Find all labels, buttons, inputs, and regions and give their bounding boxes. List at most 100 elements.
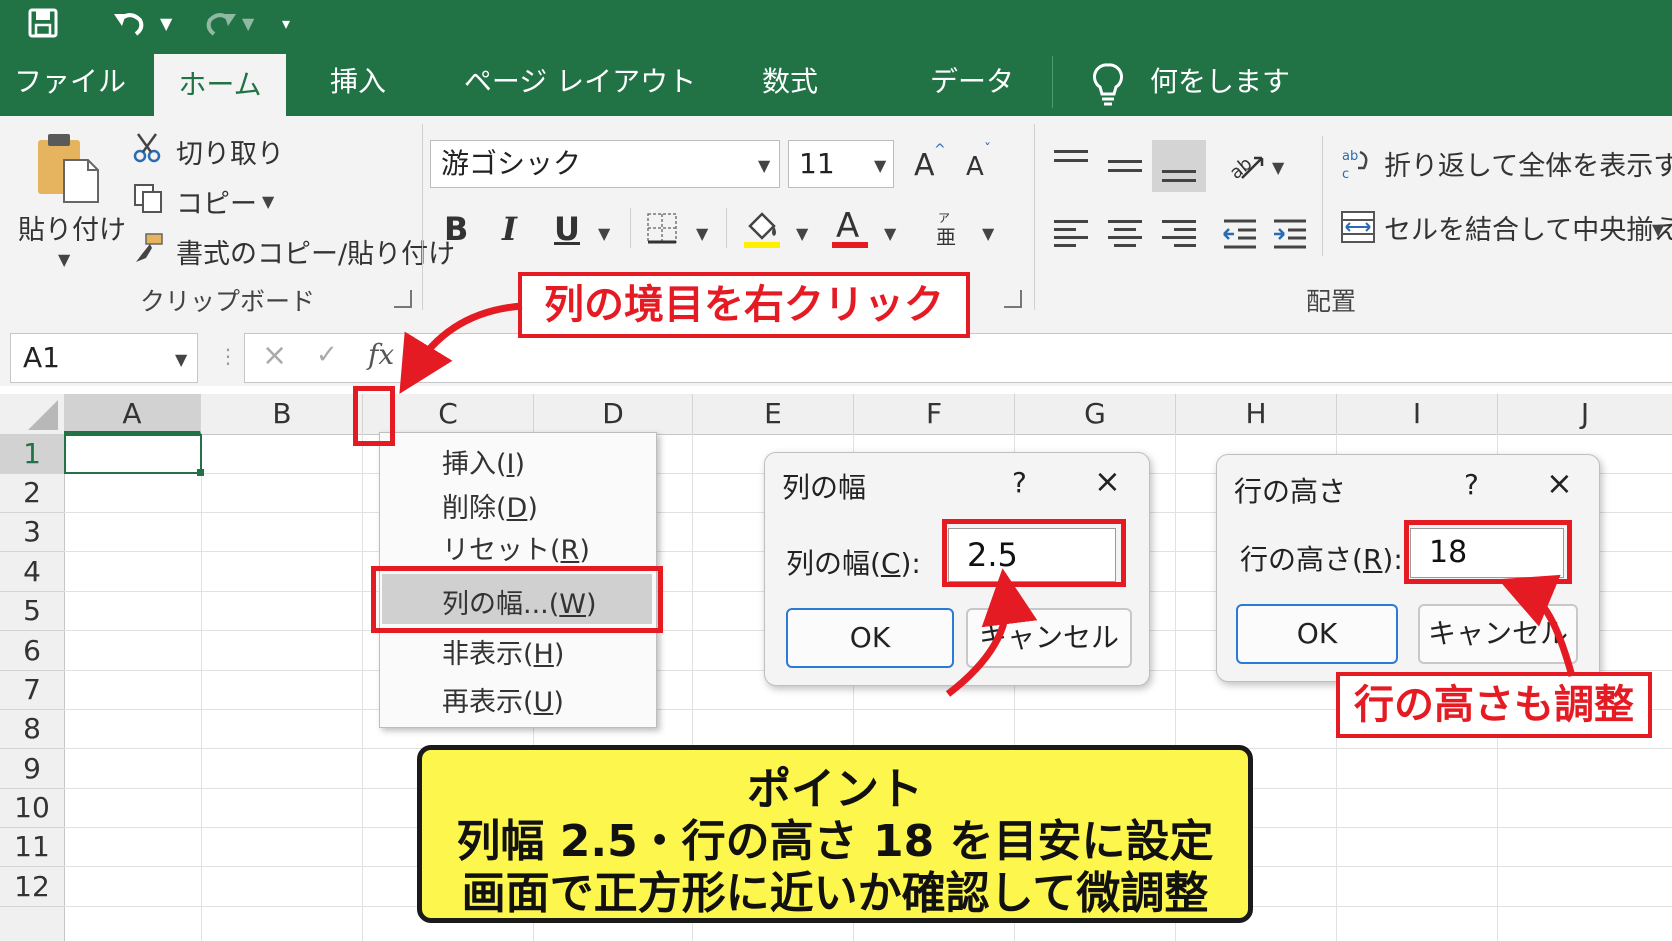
- fill-handle[interactable]: [197, 469, 204, 476]
- tell-me-search[interactable]: 何をしますか: [1150, 48, 1310, 166]
- clipboard-launcher-icon[interactable]: [394, 290, 412, 308]
- name-box[interactable]: A1 ▼: [10, 333, 198, 383]
- paste-button[interactable]: 貼り付け: [18, 208, 126, 247]
- copy-icon[interactable]: [132, 182, 164, 214]
- lightbulb-icon[interactable]: [1092, 62, 1124, 106]
- undo-dropdown-icon[interactable]: ▼: [160, 14, 172, 33]
- decrease-indent-icon[interactable]: [1222, 218, 1258, 250]
- align-bottom-button[interactable]: [1152, 140, 1206, 192]
- row-header-4[interactable]: 4: [0, 552, 64, 592]
- grow-font-button[interactable]: A: [914, 148, 935, 183]
- font-name-dropdown-icon[interactable]: ▼: [758, 156, 770, 175]
- tab-page-layout[interactable]: ページ レイアウト: [460, 48, 700, 116]
- merge-center-button[interactable]: セルを結合して中央揃え: [1384, 208, 1672, 247]
- font-name-combo[interactable]: 游ゴシック: [430, 140, 780, 188]
- font-size-dropdown-icon[interactable]: ▼: [874, 156, 886, 175]
- tab-formulas[interactable]: 数式: [740, 48, 840, 116]
- increase-indent-icon[interactable]: [1272, 218, 1308, 250]
- merge-center-icon[interactable]: [1340, 210, 1376, 244]
- underline-dropdown-icon[interactable]: ▼: [598, 224, 610, 243]
- borders-icon[interactable]: [646, 212, 678, 244]
- fill-color-icon[interactable]: [742, 208, 782, 250]
- enter-entry-icon[interactable]: ✓: [316, 340, 338, 370]
- row-header-12[interactable]: 12: [0, 867, 64, 907]
- name-box-dropdown-icon[interactable]: ▼: [175, 350, 187, 369]
- column-header-h[interactable]: H: [1176, 394, 1337, 434]
- active-cell-a1[interactable]: [64, 434, 202, 474]
- formula-input[interactable]: [244, 333, 1672, 383]
- orientation-dropdown-icon[interactable]: ▼: [1272, 158, 1284, 177]
- cancel-entry-icon[interactable]: ×: [262, 338, 287, 373]
- select-all-button[interactable]: [0, 394, 64, 434]
- undo-icon[interactable]: [112, 6, 148, 40]
- row-header-2[interactable]: 2: [0, 474, 64, 513]
- tab-home[interactable]: ホーム: [154, 54, 286, 116]
- fill-color-dropdown-icon[interactable]: ▼: [796, 224, 808, 243]
- row-header-6[interactable]: 6: [0, 631, 64, 671]
- copy-dropdown-icon[interactable]: ▼: [262, 192, 274, 211]
- font-color-button[interactable]: A: [836, 206, 859, 246]
- menu-item-insert[interactable]: 挿入(I): [442, 442, 525, 481]
- row-height-ok-button[interactable]: OK: [1236, 604, 1398, 664]
- row-header-5[interactable]: 5: [0, 592, 64, 631]
- insert-function-icon[interactable]: fx: [368, 338, 394, 371]
- help-icon[interactable]: ?: [1012, 466, 1027, 499]
- wrap-text-icon[interactable]: ab c: [1340, 146, 1374, 182]
- paste-dropdown-icon[interactable]: ▼: [58, 250, 70, 269]
- scissors-icon[interactable]: [132, 132, 164, 164]
- format-painter-icon[interactable]: [132, 232, 164, 264]
- phonetic-guide-icon[interactable]: ア亜: [934, 210, 960, 249]
- paste-icon[interactable]: [34, 132, 104, 204]
- format-painter-button[interactable]: 書式のコピー/貼り付け: [176, 232, 455, 271]
- redo-dropdown-icon[interactable]: ▼: [242, 14, 254, 33]
- merge-dropdown-icon[interactable]: ▼: [1652, 220, 1664, 239]
- save-icon[interactable]: [28, 8, 58, 38]
- row-header-3[interactable]: 3: [0, 513, 64, 552]
- align-center-icon[interactable]: [1108, 220, 1142, 247]
- cut-button[interactable]: 切り取り: [176, 132, 284, 171]
- menu-item-reset[interactable]: リセット(R): [442, 528, 590, 567]
- tab-insert[interactable]: 挿入: [308, 48, 408, 116]
- row-header-11[interactable]: 11: [0, 828, 64, 867]
- row-header-10[interactable]: 10: [0, 789, 64, 828]
- borders-dropdown-icon[interactable]: ▼: [696, 224, 708, 243]
- column-header-b[interactable]: B: [202, 394, 363, 434]
- wrap-text-button[interactable]: 折り返して全体を表示する: [1384, 144, 1672, 183]
- copy-button[interactable]: コピー: [176, 182, 257, 221]
- column-width-ok-button[interactable]: OK: [786, 608, 954, 668]
- align-top-icon[interactable]: [1054, 150, 1088, 162]
- column-header-g[interactable]: G: [1015, 394, 1176, 434]
- font-color-dropdown-icon[interactable]: ▼: [884, 224, 896, 243]
- close-icon[interactable]: ×: [1094, 462, 1121, 500]
- underline-button[interactable]: U: [554, 210, 580, 248]
- tab-file[interactable]: ファイル: [10, 48, 130, 116]
- row-header-1[interactable]: 1: [0, 434, 64, 474]
- menu-item-unhide[interactable]: 再表示(U): [442, 680, 564, 719]
- menu-item-delete[interactable]: 削除(D): [442, 486, 538, 525]
- column-header-i[interactable]: I: [1337, 394, 1498, 434]
- column-header-e[interactable]: E: [693, 394, 854, 434]
- row-header-9[interactable]: 9: [0, 749, 64, 789]
- column-width-cancel-button[interactable]: キャンセル: [966, 608, 1132, 668]
- help-icon[interactable]: ?: [1464, 468, 1479, 501]
- align-left-icon[interactable]: [1054, 220, 1088, 247]
- italic-button[interactable]: I: [502, 210, 517, 248]
- align-right-icon[interactable]: [1162, 220, 1196, 247]
- menu-item-hide[interactable]: 非表示(H): [442, 632, 564, 671]
- tab-data[interactable]: データ: [912, 48, 1032, 116]
- shrink-font-button[interactable]: A: [966, 152, 984, 182]
- column-header-j[interactable]: J: [1498, 394, 1672, 434]
- column-header-d[interactable]: D: [534, 394, 693, 434]
- column-header-f[interactable]: F: [854, 394, 1015, 434]
- customize-icon[interactable]: ▾: [282, 14, 290, 33]
- row-header-8[interactable]: 8: [0, 710, 64, 749]
- phonetic-dropdown-icon[interactable]: ▼: [982, 224, 994, 243]
- orientation-icon[interactable]: ab: [1226, 146, 1266, 186]
- row-height-cancel-button[interactable]: キャンセル: [1418, 604, 1578, 664]
- bold-button[interactable]: B: [444, 210, 468, 248]
- close-icon[interactable]: ×: [1546, 464, 1573, 502]
- row-header-7[interactable]: 7: [0, 671, 64, 710]
- column-header-a[interactable]: A: [64, 394, 201, 434]
- align-middle-icon[interactable]: [1108, 160, 1142, 172]
- redo-icon[interactable]: [202, 6, 238, 40]
